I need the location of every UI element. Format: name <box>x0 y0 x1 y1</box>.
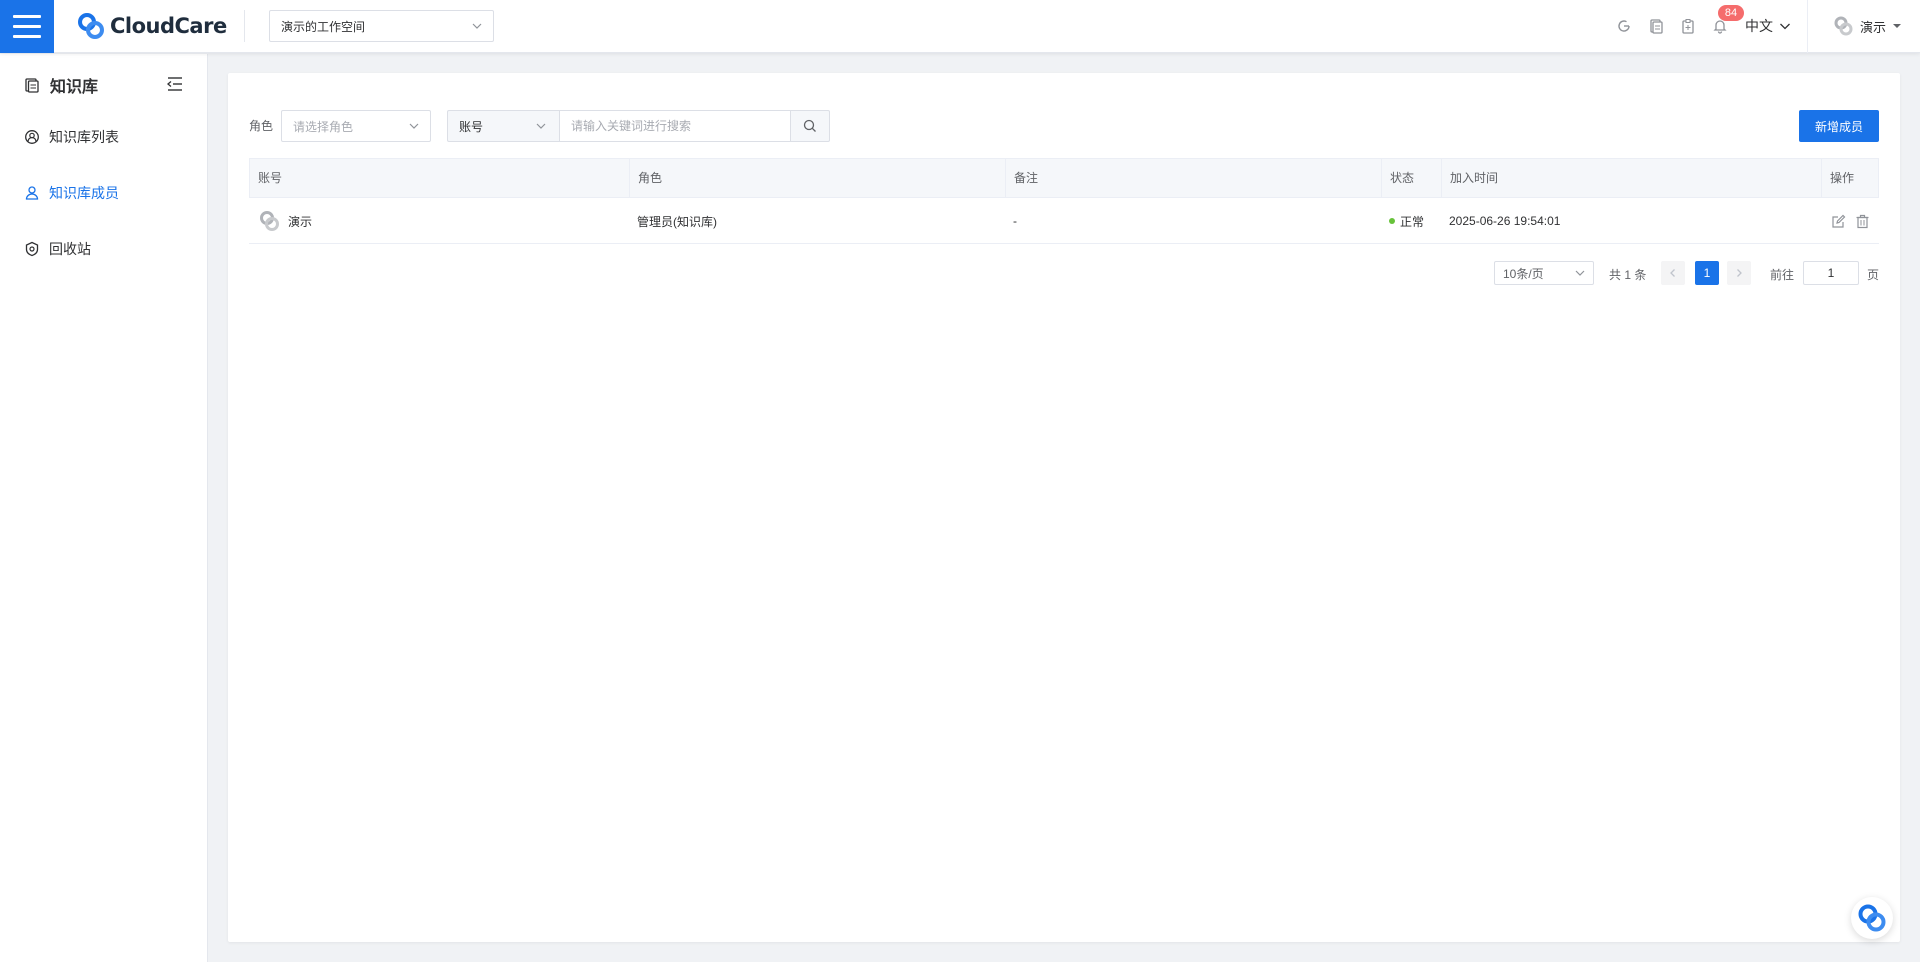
sidebar-item-label: 知识库成员 <box>49 185 119 201</box>
document-icon[interactable] <box>1645 15 1667 37</box>
role-filter-label: 角色 <box>249 119 274 133</box>
keyword-search-input[interactable] <box>559 110 791 142</box>
total-count: 共 1 条 <box>1609 268 1647 282</box>
table-row: 演示 管理员(知识库) - 正常 2025-06-26 19:54:01 <box>249 198 1879 244</box>
status-dot <box>1389 218 1395 224</box>
sidebar-header: 知识库 <box>24 71 184 99</box>
page-unit-label: 页 <box>1867 268 1880 282</box>
role-select-placeholder: 请选择角色 <box>293 119 354 134</box>
chevron-right-icon <box>1737 269 1742 277</box>
refresh-icon[interactable] <box>1613 15 1635 37</box>
column-header-status[interactable]: 状态 <box>1382 159 1442 197</box>
user-menu[interactable]: 演示 <box>1832 15 1902 37</box>
cell-actions <box>1821 198 1879 244</box>
avatar <box>260 211 279 231</box>
user-circle-icon <box>25 130 39 144</box>
goto-label: 前往 <box>1770 268 1795 282</box>
search-field-value: 账号 <box>459 119 484 134</box>
cloudcare-logo-icon <box>1858 904 1886 932</box>
divider <box>244 10 245 42</box>
sidebar-item-knowledge-members[interactable]: 知识库成员 <box>24 181 119 205</box>
next-page-button[interactable] <box>1727 261 1751 285</box>
chevron-down-icon <box>409 123 419 129</box>
clipboard-icon[interactable] <box>1677 15 1699 37</box>
column-header-role[interactable]: 角色 <box>630 159 1006 197</box>
page-size-select[interactable]: 10条/页 <box>1494 261 1594 285</box>
cloudcare-logo-icon <box>78 13 104 39</box>
cell-account: 演示 <box>249 198 629 244</box>
divider <box>1807 0 1808 53</box>
collapse-menu-icon[interactable] <box>166 75 184 93</box>
sidebar-item-label: 回收站 <box>49 241 91 257</box>
account-name: 演示 <box>288 214 313 229</box>
column-header-actions: 操作 <box>1830 171 1855 185</box>
hamburger-menu-button[interactable] <box>0 0 54 53</box>
add-member-button[interactable]: 新增成员 <box>1799 110 1879 142</box>
cell-role: 管理员(知识库) <box>637 214 717 229</box>
book-icon <box>25 78 39 93</box>
column-header-account[interactable]: 账号 <box>250 159 630 197</box>
chevron-down-icon <box>472 23 482 29</box>
chevron-down-icon <box>1780 23 1790 30</box>
search-field-select[interactable]: 账号 <box>447 110 559 142</box>
sidebar-item-label: 知识库列表 <box>49 129 119 145</box>
cell-status: 正常 <box>1381 198 1441 244</box>
edit-icon[interactable] <box>1829 212 1847 230</box>
page-number-current[interactable]: 1 <box>1695 261 1719 285</box>
notification-badge: 84 <box>1718 5 1744 21</box>
avatar <box>1834 16 1853 36</box>
members-icon <box>25 186 39 200</box>
goto-page-input[interactable] <box>1803 261 1859 285</box>
language-switcher[interactable]: 中文 <box>1745 16 1791 36</box>
column-header-joined[interactable]: 加入时间 <box>1442 159 1822 197</box>
sidebar: 知识库 知识库列表 知识库成员 回收站 <box>0 54 208 962</box>
page-size-value: 10条/页 <box>1503 266 1544 281</box>
search-button[interactable] <box>790 110 830 142</box>
user-name: 演示 <box>1860 19 1887 35</box>
language-label: 中文 <box>1745 18 1773 34</box>
cell-joined: 2025-06-26 19:54:01 <box>1449 214 1561 228</box>
sidebar-item-knowledge-list[interactable]: 知识库列表 <box>24 125 119 149</box>
workspace-select[interactable]: 演示的工作空间 <box>269 10 494 42</box>
table-header: 账号 角色 备注 状态 加入时间 操作 <box>249 158 1879 198</box>
top-bar: CloudCare 演示的工作空间 84 中文 演示 <box>0 0 1920 53</box>
sidebar-item-recycle-bin[interactable]: 回收站 <box>24 237 91 261</box>
chevron-down-icon <box>1575 270 1585 276</box>
prev-page-button[interactable] <box>1661 261 1685 285</box>
sidebar-title: 知识库 <box>50 79 99 96</box>
role-select[interactable]: 请选择角色 <box>281 110 431 142</box>
chevron-down-icon <box>536 123 546 129</box>
caret-down-icon <box>1893 24 1902 28</box>
status-badge: 正常 <box>1400 214 1425 229</box>
assistant-float-button[interactable] <box>1851 897 1893 939</box>
cell-remark: - <box>1013 214 1017 228</box>
delete-icon[interactable] <box>1853 212 1871 230</box>
cloudcare-logo[interactable]: CloudCare <box>76 10 227 42</box>
logo-text: CloudCare <box>110 14 227 38</box>
workspace-name: 演示的工作空间 <box>281 19 366 34</box>
chevron-left-icon <box>1670 269 1675 277</box>
recycle-icon <box>25 241 39 257</box>
column-header-remark[interactable]: 备注 <box>1006 159 1382 197</box>
search-icon <box>803 119 816 132</box>
